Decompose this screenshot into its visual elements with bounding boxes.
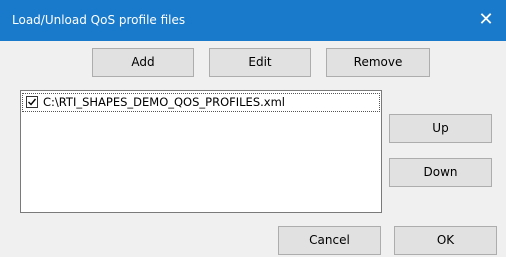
profile-file-list[interactable]: C:\RTI_SHAPES_DEMO_QOS_PROFILES.xml — [20, 90, 382, 213]
cancel-button[interactable]: Cancel — [278, 226, 381, 255]
up-button[interactable]: Up — [389, 114, 492, 143]
add-button[interactable]: Add — [92, 48, 194, 77]
dialog-title: Load/Unload QoS profile files — [12, 13, 186, 27]
edit-button[interactable]: Edit — [209, 48, 311, 77]
list-item[interactable]: C:\RTI_SHAPES_DEMO_QOS_PROFILES.xml — [22, 93, 380, 112]
close-button[interactable]: ✕ — [466, 0, 506, 41]
ok-button[interactable]: OK — [394, 226, 497, 255]
checkmark-icon — [28, 98, 37, 106]
profile-file-path: C:\RTI_SHAPES_DEMO_QOS_PROFILES.xml — [43, 95, 285, 109]
profile-checkbox[interactable] — [26, 96, 38, 108]
remove-button[interactable]: Remove — [326, 48, 430, 77]
down-button[interactable]: Down — [389, 158, 492, 187]
dialog-content: Add Edit Remove C:\RTI_SHAPES_DEMO_QOS_P… — [0, 41, 506, 257]
qos-profile-dialog: Load/Unload QoS profile files ✕ Add Edit… — [0, 0, 506, 257]
title-bar: Load/Unload QoS profile files ✕ — [0, 0, 506, 41]
